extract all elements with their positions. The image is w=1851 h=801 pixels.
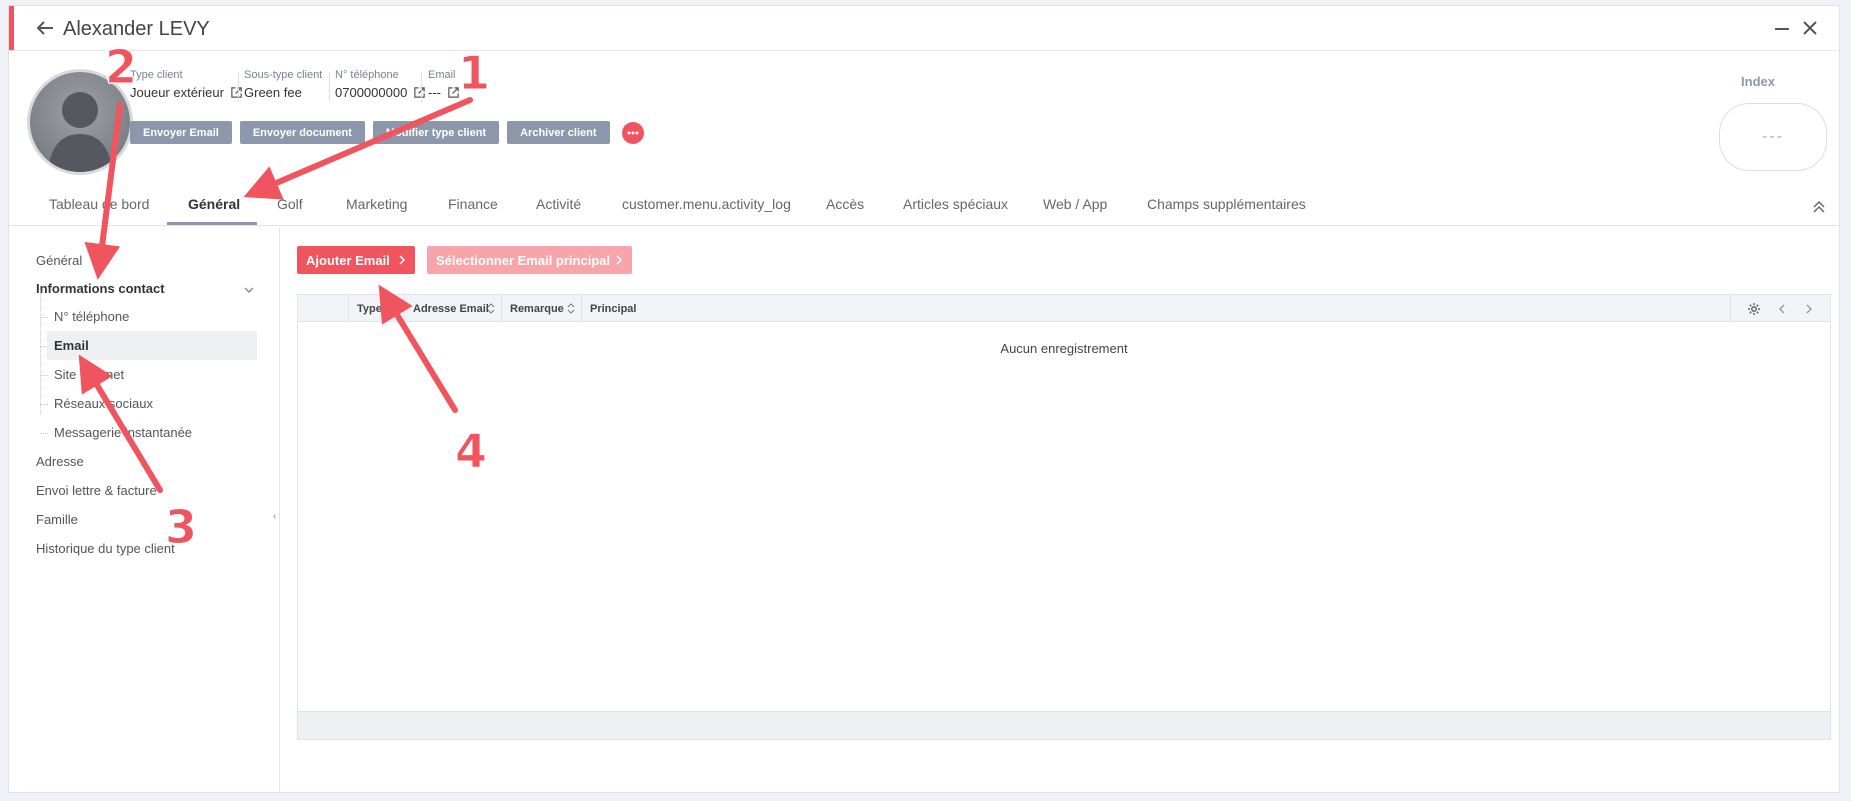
telephone-value: 0700000000 [335, 85, 408, 100]
window-title: Alexander LEVY [63, 18, 210, 40]
archive-client-button[interactable]: Archiver client [507, 121, 610, 144]
double-chevron-up-icon[interactable] [1811, 199, 1827, 215]
sidebar-item-telephone[interactable]: N° téléphone [54, 309, 129, 324]
sidebar-item-famille[interactable]: Famille [36, 512, 78, 527]
email-field: Email --- [428, 69, 460, 100]
sidebar-item-envoi-lettre[interactable]: Envoi lettre & facture [36, 483, 157, 498]
column-remarque[interactable]: Remarque [501, 295, 581, 322]
tab-bar: Tableau de bord Général Golf Marketing F… [9, 184, 1839, 226]
add-email-button[interactable]: Ajouter Email [297, 246, 415, 274]
tree-tick [40, 317, 48, 318]
gear-icon[interactable] [1747, 302, 1761, 316]
column-principal-label: Principal [590, 302, 637, 315]
sort-icon [487, 303, 495, 314]
tab-web-app[interactable]: Web / App [1043, 196, 1107, 212]
tab-articles-speciaux[interactable]: Articles spéciaux [903, 196, 1008, 212]
type-client-value: Joueur extérieur [130, 85, 224, 100]
external-link-icon[interactable] [230, 86, 243, 99]
index-value[interactable]: --- [1719, 103, 1827, 171]
field-divider [329, 72, 330, 102]
chevron-right-icon[interactable] [1804, 303, 1814, 315]
column-type-label: Type [357, 302, 382, 315]
select-primary-email-label: Sélectionner Email principal [436, 252, 611, 268]
email-grid: Type Adresse Email Remarque Principal Au… [297, 294, 1831, 740]
sidebar-item-general[interactable]: Général [36, 253, 82, 268]
index-label: Index [1741, 74, 1775, 89]
column-adresse-email[interactable]: Adresse Email [404, 295, 501, 322]
sidebar-item-site-internet[interactable]: Site Internet [54, 367, 124, 382]
annotation-number-3: 3 [164, 500, 198, 555]
client-actions: Envoyer Email Envoyer document Modifier … [130, 121, 644, 144]
client-window: Alexander LEVY Type client Joueur extéri… [8, 5, 1840, 793]
send-email-button[interactable]: Envoyer Email [130, 121, 232, 144]
sous-type-label: Sous-type client [244, 69, 323, 81]
minimize-icon[interactable] [1773, 20, 1791, 38]
chevron-right-icon [616, 255, 623, 265]
external-link-icon[interactable] [413, 86, 426, 99]
tab-finance[interactable]: Finance [448, 196, 498, 212]
tab-acces[interactable]: Accès [826, 196, 864, 212]
column-adresse-email-label: Adresse Email [413, 302, 489, 315]
tab-activity-log[interactable]: customer.menu.activity_log [622, 196, 791, 212]
sous-type-field: Sous-type client Green fee [244, 69, 322, 100]
close-icon[interactable] [1801, 19, 1819, 37]
tab-activite[interactable]: Activité [536, 196, 581, 212]
tree-tick [40, 404, 48, 405]
column-remarque-label: Remarque [510, 302, 564, 315]
empty-state-text: Aucun enregistrement [1000, 341, 1128, 356]
tree-tick [40, 433, 48, 434]
tree-line [40, 291, 41, 414]
sidebar-item-historique[interactable]: Historique du type client [36, 541, 175, 556]
send-document-button[interactable]: Envoyer document [239, 121, 365, 144]
grid-header: Type Adresse Email Remarque Principal [298, 295, 1830, 322]
sidebar-item-email[interactable]: Email [54, 338, 89, 353]
more-actions-button[interactable] [621, 121, 644, 144]
column-principal[interactable]: Principal [581, 295, 731, 322]
annotation-number-2: 2 [104, 40, 138, 95]
modify-client-type-button[interactable]: Modifier type client [372, 121, 500, 144]
tab-golf[interactable]: Golf [277, 196, 303, 212]
sidebar: Général Informations contact N° téléphon… [9, 227, 280, 792]
active-tab-indicator [167, 222, 257, 225]
column-type[interactable]: Type [348, 295, 404, 322]
back-arrow-icon[interactable] [33, 16, 57, 40]
sort-icon [567, 303, 575, 314]
sous-type-value: Green fee [244, 85, 302, 100]
field-divider [238, 72, 239, 102]
tab-tableau-de-bord[interactable]: Tableau de bord [49, 196, 149, 212]
tab-champs-supplementaires[interactable]: Champs supplémentaires [1147, 196, 1306, 212]
sidebar-item-messagerie[interactable]: Messagerie instantanée [54, 425, 192, 440]
type-client-field: Type client Joueur extérieur [130, 69, 243, 100]
chevron-down-icon[interactable] [243, 284, 255, 296]
annotation-number-1: 1 [457, 46, 491, 101]
telephone-label: N° téléphone [335, 69, 399, 81]
add-email-label: Ajouter Email [306, 252, 390, 268]
email-label: Email [428, 69, 456, 81]
telephone-field: N° téléphone 0700000000 [335, 69, 426, 100]
tab-general[interactable]: Général [188, 196, 240, 212]
select-primary-email-button[interactable]: Sélectionner Email principal [427, 246, 632, 274]
chevron-left-icon[interactable] [1777, 303, 1787, 315]
field-divider [421, 72, 422, 102]
tree-tick [40, 375, 48, 376]
grid-toolbar [1730, 295, 1830, 322]
sidebar-item-reseaux-sociaux[interactable]: Réseaux sociaux [54, 396, 153, 411]
type-client-label: Type client [130, 69, 183, 81]
sidebar-collapse-icon[interactable]: ‹ [273, 511, 276, 522]
tab-marketing[interactable]: Marketing [346, 196, 407, 212]
grid-footer [298, 711, 1830, 739]
sidebar-item-adresse[interactable]: Adresse [36, 454, 84, 469]
email-value: --- [428, 85, 441, 100]
sidebar-item-informations-contact[interactable]: Informations contact [36, 281, 165, 296]
ellipsis-icon [627, 131, 639, 134]
chevron-right-icon [399, 255, 406, 265]
annotation-number-4: 4 [454, 424, 488, 479]
title-bar: Alexander LEVY [9, 6, 1839, 51]
